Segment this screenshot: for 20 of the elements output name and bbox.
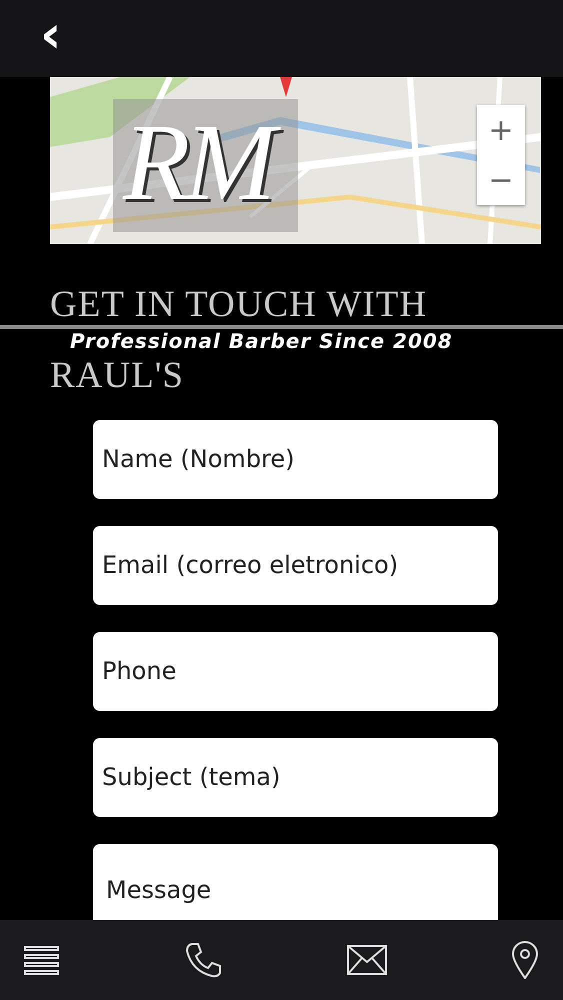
back-button[interactable]: ‹	[34, 8, 68, 68]
phone-button[interactable]	[184, 941, 222, 979]
zoom-out-button[interactable]: −	[477, 155, 525, 205]
zoom-in-button[interactable]: +	[477, 105, 525, 155]
location-pin-icon	[510, 941, 539, 979]
phone-icon	[184, 941, 222, 979]
input-field[interactable]: Phone	[93, 632, 498, 711]
menu-button[interactable]	[24, 944, 60, 976]
logo-monogram: RM	[117, 99, 288, 226]
pin-button[interactable]	[510, 941, 539, 979]
page-heading: GET IN TOUCH WITH	[50, 286, 428, 325]
input-field[interactable]: Email (correo eletronico)	[93, 526, 498, 605]
page-heading: RAUL'S	[50, 356, 184, 396]
input-field[interactable]: Name (Nombre)	[93, 420, 498, 499]
input-field[interactable]: Subject (tema)	[93, 738, 498, 817]
menu-icon	[24, 944, 60, 976]
mail-button[interactable]	[346, 945, 387, 975]
message-field[interactable]: Message	[93, 844, 498, 920]
logo-tagline: Professional Barber Since 2008	[70, 328, 453, 353]
mail-icon	[346, 945, 387, 975]
